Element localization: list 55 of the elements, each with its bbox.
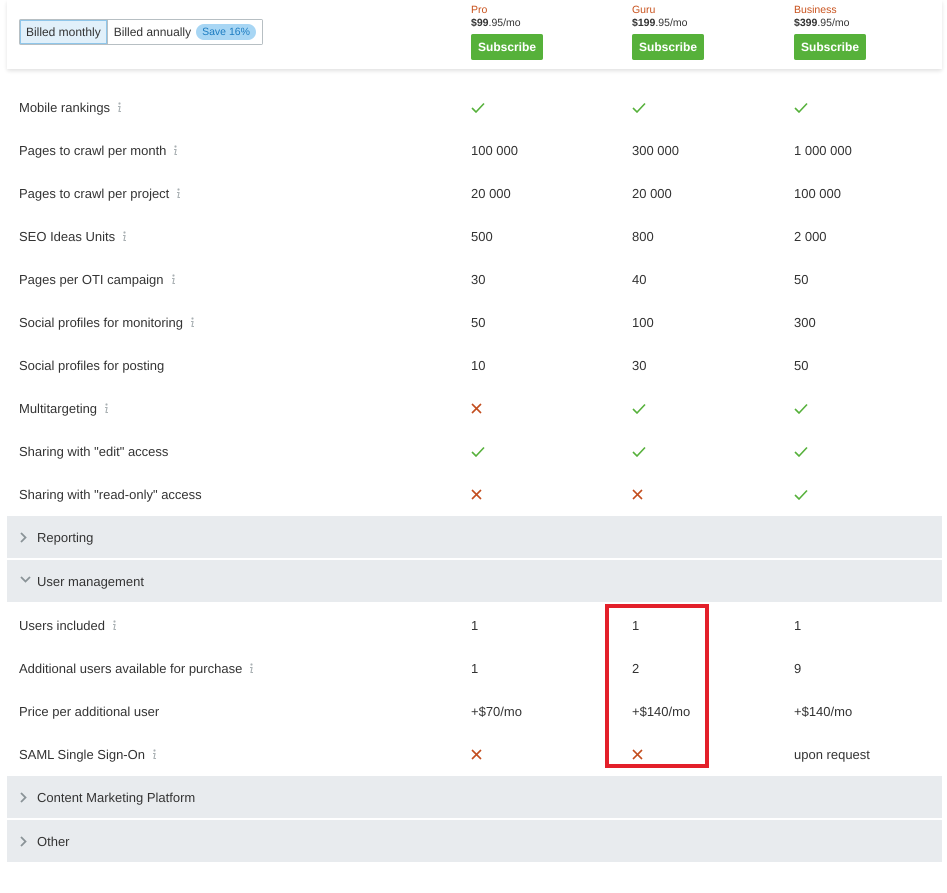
plan-value: +$70/mo xyxy=(471,704,522,719)
section-header[interactable]: Other xyxy=(7,820,942,864)
plan-value: 50 xyxy=(794,358,808,373)
plan-value: 100 000 xyxy=(471,143,518,158)
plan-name: Business xyxy=(794,4,838,16)
feature-label: SEO Ideas Units xyxy=(19,229,116,244)
plan-value: 20 000 xyxy=(632,186,672,201)
plan-value: 50 xyxy=(471,315,486,330)
section-header[interactable]: Content Marketing Platform xyxy=(7,776,942,820)
plan-value: 30 xyxy=(471,272,486,287)
plan-value: 30 xyxy=(632,358,646,373)
feature-label: Price per additional user xyxy=(19,704,160,719)
feature-label: SAML Single Sign-On xyxy=(19,747,145,762)
feature-label: Social profiles for monitoring xyxy=(19,315,184,330)
plan-value: 100 000 xyxy=(794,186,841,201)
plan-value: 2 xyxy=(632,661,640,676)
plan-value: 500 xyxy=(471,229,493,244)
feature-label: Pages per OTI campaign xyxy=(19,272,164,287)
plan-value: 50 xyxy=(794,272,808,287)
plan-value: 800 xyxy=(632,229,654,244)
discount-badge: Save 16% xyxy=(196,24,256,40)
plan-value: 40 xyxy=(632,272,646,287)
feature-label: Mobile rankings xyxy=(19,100,110,115)
plan-price: $199.95/mo xyxy=(632,16,688,30)
plan-value: 2 000 xyxy=(794,229,827,244)
feature-label: Social profiles for posting xyxy=(19,358,164,373)
feature-label: Pages to crawl per month xyxy=(19,143,166,158)
feature-label: Multitargeting xyxy=(19,401,98,416)
feature-label: Pages to crawl per project xyxy=(19,186,170,201)
section-header[interactable]: Reporting xyxy=(7,516,942,560)
plan-name: Guru xyxy=(632,4,656,16)
plan-value: 1 000 000 xyxy=(794,143,852,158)
feature-label: Sharing with "read-only" access xyxy=(19,487,202,502)
plan-value: 1 xyxy=(632,618,640,633)
plan-price: $399.95/mo xyxy=(794,16,850,30)
feature-label: Additional users available for purchase xyxy=(19,661,242,676)
section-header[interactable]: User management xyxy=(7,560,942,604)
feature-label: Users included xyxy=(19,618,105,633)
plan-name: Pro xyxy=(471,4,488,16)
plan-value: +$140/mo xyxy=(632,704,690,719)
plan-value: +$140/mo xyxy=(794,704,852,719)
plan-value: 1 xyxy=(471,618,478,633)
plan-value: 300 xyxy=(794,315,816,330)
plan-value: 100 xyxy=(632,315,654,330)
plan-value: 1 xyxy=(471,661,478,676)
plan-value: 9 xyxy=(794,661,802,676)
plan-value: 1 xyxy=(794,618,802,633)
plan-value: upon request xyxy=(794,747,870,762)
plan-price: $99.95/mo xyxy=(471,16,522,30)
plan-value: 300 000 xyxy=(632,143,679,158)
plan-value: 10 xyxy=(471,358,486,373)
billing-option[interactable]: Billed monthly xyxy=(20,20,108,44)
feature-label: Sharing with "edit" access xyxy=(19,444,168,459)
cross-icon xyxy=(632,749,643,760)
plan-value: 20 000 xyxy=(471,186,511,201)
